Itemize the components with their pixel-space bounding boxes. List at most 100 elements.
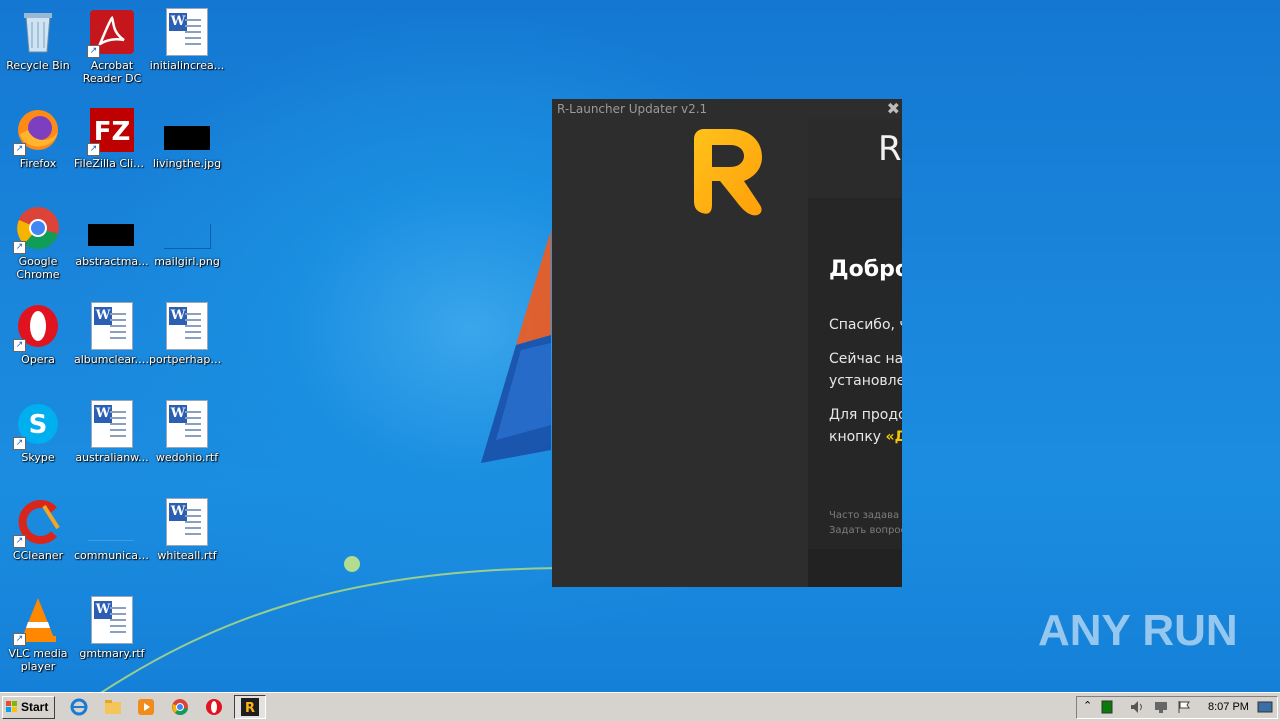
start-button[interactable]: Start [2, 696, 55, 719]
wallpaper-swirl [100, 556, 561, 692]
word-doc-icon: W [88, 596, 136, 644]
desktop-icon-label: portperhaps... [149, 353, 225, 366]
r-launcher-logo-icon [694, 129, 762, 216]
opera-icon: ↗ [13, 302, 62, 352]
desktop-icon-ccleaner[interactable]: ↗ CCleaner [0, 498, 76, 562]
desktop-icon-portperhaps[interactable]: W portperhaps... [149, 302, 225, 366]
recycle-bin-icon [14, 8, 62, 56]
desktop-icon-wedohio[interactable]: W wedohio.rtf [149, 400, 225, 464]
footer-bar [808, 549, 902, 587]
desktop-icon-label: whiteall.rtf [157, 549, 217, 562]
desktop-icon-abstractma[interactable]: abstractma... [74, 204, 150, 268]
title-bar[interactable]: R-Launcher Updater v2.1 ✖ [552, 99, 902, 119]
status-text-line1: Сейчас на [829, 351, 902, 367]
vlc-icon: ↗ [13, 596, 62, 646]
chrome-icon: ↗ [13, 204, 62, 254]
word-doc-icon: W [88, 400, 136, 448]
word-doc-icon: W [88, 302, 136, 350]
desktop-icon-label: gmtmary.rtf [79, 647, 145, 660]
instruction-highlight: «Д [885, 429, 902, 445]
opera-taskbar-icon[interactable] [205, 698, 223, 716]
welcome-heading: Добро [829, 257, 902, 282]
media-player-icon[interactable] [137, 698, 155, 716]
desktop-icon-label: albumclear.rtf [74, 353, 150, 366]
windows-flag-icon [6, 701, 17, 712]
shortcut-arrow-icon: ↗ [13, 535, 26, 548]
shortcut-arrow-icon: ↗ [13, 241, 26, 254]
window-title: R-Launcher Updater v2.1 [557, 102, 708, 116]
shortcut-arrow-icon: ↗ [13, 633, 26, 646]
skype-icon: S ↗ [13, 400, 62, 450]
desktop-icon-whiteall[interactable]: W whiteall.rtf [149, 498, 225, 562]
ask-question-link[interactable]: Задать вопрос [829, 525, 902, 536]
desktop-icon-mailgirl[interactable]: mailgirl.png [149, 204, 225, 268]
shortcut-arrow-icon: ↗ [87, 45, 100, 58]
desktop-icon-acrobat[interactable]: ↗ Acrobat Reader DC [74, 8, 150, 85]
volume-icon[interactable] [1129, 700, 1145, 714]
desktop-icon-label: CCleaner [12, 549, 64, 562]
svg-text:S: S [29, 410, 48, 440]
header-logo-text: R [878, 129, 902, 169]
firefox-icon: ↗ [13, 106, 62, 156]
ccleaner-icon: ↗ [13, 498, 62, 548]
start-label: Start [21, 700, 49, 714]
shortcut-arrow-icon: ↗ [13, 143, 26, 156]
tray-expand-icon[interactable]: ⌃ [1083, 699, 1092, 712]
desktop-icon-firefox[interactable]: ↗ Firefox [0, 106, 76, 170]
anyrun-watermark: ANY RUN [1038, 606, 1238, 655]
acrobat-icon: ↗ [87, 8, 136, 58]
desktop-icon-label: wedohio.rtf [155, 451, 219, 464]
clock[interactable]: 8:07 PM [1208, 701, 1249, 713]
image-file-icon [163, 204, 211, 252]
desktop-icon-label: Opera [21, 353, 55, 366]
image-file-icon [163, 106, 211, 154]
desktop-icon-label: Firefox [19, 157, 57, 170]
r-launcher-taskbar-icon: R [241, 698, 259, 716]
updater-window: R-Launcher Updater v2.1 ✖ R Добро Спасиб… [552, 99, 902, 587]
instruction-text-line2: кнопку «Д [829, 426, 902, 448]
filezilla-icon: FZ ↗ [87, 106, 136, 156]
network-status-icon[interactable] [1101, 700, 1113, 714]
desktop-icon-chrome[interactable]: ↗ Google Chrome [0, 204, 76, 281]
desktop-icon-label: Skype [21, 451, 55, 464]
system-tray: ⌃ 8:07 PM [1076, 696, 1278, 719]
desktop-icon-label: FileZilla Client [74, 157, 150, 170]
desktop-icon-label: australianw... [75, 451, 149, 464]
desktop-icon-communicati[interactable]: communicati... [74, 498, 150, 562]
desktop-icon-opera[interactable]: ↗ Opera [0, 302, 76, 366]
r-launcher-taskbar-button[interactable]: R [234, 695, 266, 719]
desktop-icon-label: Acrobat Reader DC [82, 59, 142, 85]
desktop-icon-vlc[interactable]: ↗ VLC media player [0, 596, 76, 673]
show-desktop-icon[interactable] [1257, 701, 1273, 713]
desktop-icon-label: initialincrea... [149, 59, 225, 72]
desktop-icon-recycle-bin[interactable]: Recycle Bin [0, 8, 76, 72]
desktop-icon-label: communicati... [74, 549, 150, 562]
action-center-flag-icon[interactable] [1177, 700, 1191, 714]
network-icon[interactable] [1153, 700, 1169, 714]
desktop-icon-skype[interactable]: S ↗ Skype [0, 400, 76, 464]
windows-logo [481, 230, 551, 463]
shortcut-arrow-icon: ↗ [13, 437, 26, 450]
desktop-icon-albumclear[interactable]: W albumclear.rtf [74, 302, 150, 366]
shortcut-arrow-icon: ↗ [13, 339, 26, 352]
desktop-icon-filezilla[interactable]: FZ ↗ FileZilla Client [74, 106, 150, 170]
desktop-icon-label: Google Chrome [16, 255, 60, 281]
image-file-icon [88, 204, 136, 252]
ie-icon[interactable] [70, 698, 88, 716]
word-doc-icon: W [163, 302, 211, 350]
desktop-icon-livingthe[interactable]: livingthe.jpg [149, 106, 225, 170]
word-doc-icon: W [163, 8, 211, 56]
desktop-icon-label: VLC media player [8, 647, 68, 673]
word-doc-icon: W [163, 498, 211, 546]
explorer-icon[interactable] [104, 698, 122, 716]
taskbar: Start R ⌃ 8:07 PM [0, 692, 1280, 721]
chrome-taskbar-icon[interactable] [171, 698, 189, 716]
instruction-text-line1: Для продо [829, 407, 902, 423]
desktop-icon-gmtmary[interactable]: W gmtmary.rtf [74, 596, 150, 660]
desktop-icon-label: abstractma... [75, 255, 149, 268]
desktop-icon-initialincrea[interactable]: W initialincrea... [149, 8, 225, 72]
desktop-icon-australianw[interactable]: W australianw... [74, 400, 150, 464]
desktop-icon-label: livingthe.jpg [152, 157, 222, 170]
faq-link[interactable]: Часто задава [829, 510, 899, 521]
close-button[interactable]: ✖ [887, 99, 900, 118]
